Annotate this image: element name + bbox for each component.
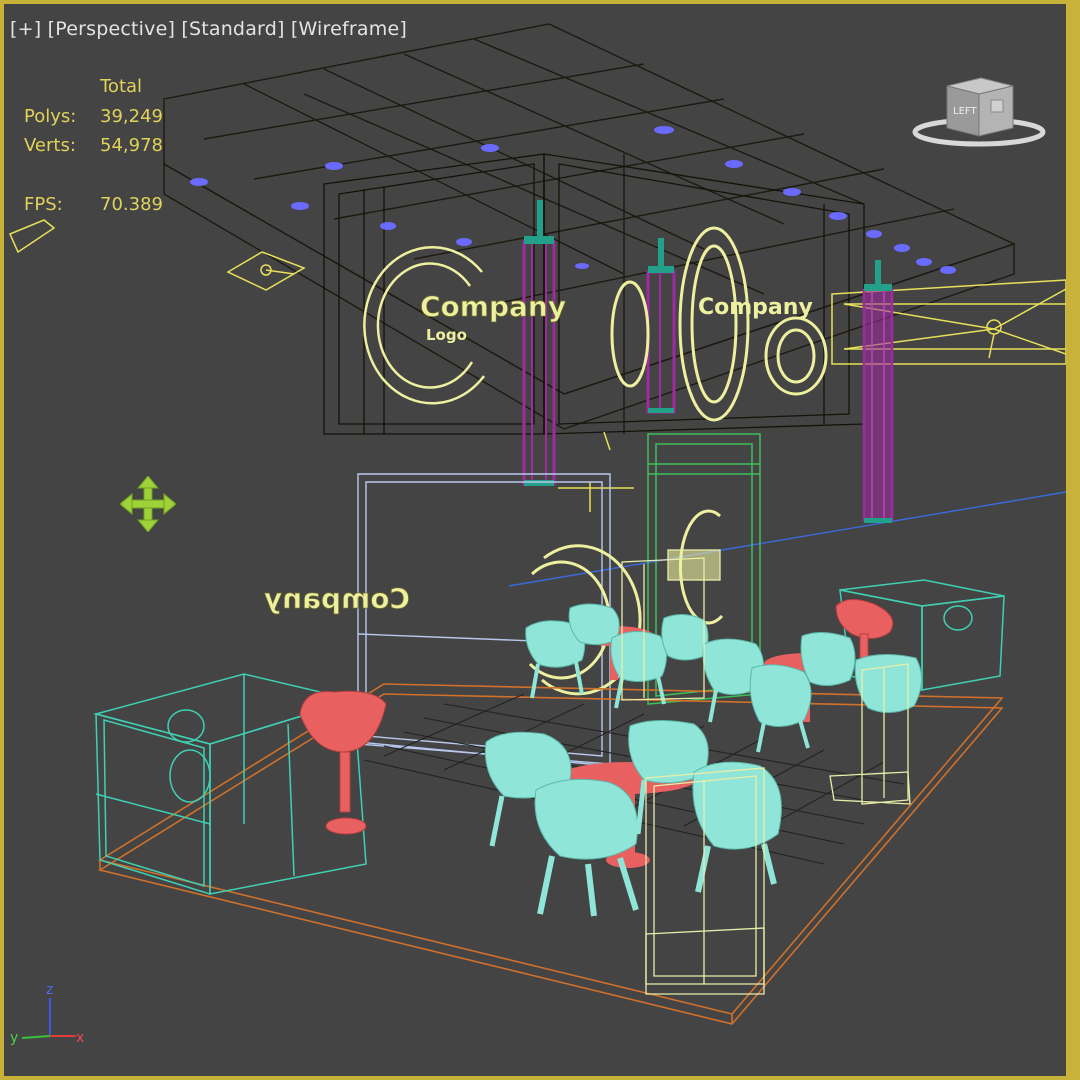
y-axis-label: y xyxy=(10,1030,18,1046)
chair-12 xyxy=(854,654,922,713)
upper-logo-left-logo-text: Logo xyxy=(426,326,467,344)
stats-verts-value: 54,978 xyxy=(100,135,163,156)
chair-10 xyxy=(749,664,812,753)
column-1 xyxy=(522,200,556,486)
scene-wireframe[interactable]: Company Logo Company Company xyxy=(4,4,1066,1076)
viewport-point-of-view-menu[interactable]: [Perspective] xyxy=(48,18,175,40)
stats-verts-label: Verts: xyxy=(24,135,76,156)
chair-11 xyxy=(800,632,856,686)
stats-polys-value: 39,249 xyxy=(100,106,163,127)
chair-2 xyxy=(534,778,639,917)
camera-target-line xyxy=(508,491,1066,587)
move-transform-gizmo[interactable] xyxy=(120,476,176,532)
chair-4 xyxy=(692,761,782,893)
upper-logo-center-company-text: Company xyxy=(698,295,813,320)
viewcube-front-marker xyxy=(990,99,1004,113)
column-3 xyxy=(862,260,894,523)
stats-fps-label: FPS: xyxy=(24,194,63,215)
upper-logo-left: Company Logo xyxy=(363,246,566,405)
viewcube[interactable]: LEFT xyxy=(909,72,1059,162)
stats-polys-label: Polys: xyxy=(24,106,77,127)
y-axis-line xyxy=(21,1035,51,1039)
z-axis-label: z xyxy=(46,982,53,998)
column-2 xyxy=(646,238,676,414)
viewport-shading-wireframe-menu[interactable]: [Wireframe] xyxy=(291,18,407,40)
viewport-shading-standard-menu[interactable]: [Standard] xyxy=(181,18,284,40)
move-arrows-icon xyxy=(120,476,176,532)
billboard-company-text: Company xyxy=(264,582,410,615)
viewport-general-menu[interactable]: [+] xyxy=(10,18,41,40)
stats-fps-value: 70.389 xyxy=(100,194,163,215)
viewport[interactable]: Company Logo Company Company [+] [Perspe… xyxy=(4,4,1066,1076)
viewport-label-menu: [+] [Perspective] [Standard] [Wireframe] xyxy=(10,18,407,40)
stats-total-header: Total xyxy=(100,76,143,97)
viewcube-left-label: LEFT xyxy=(953,106,977,117)
floor-platform xyxy=(97,683,1004,1025)
axis-tripod: z x y xyxy=(10,982,84,1046)
upper-logo-left-company-text: Company xyxy=(420,290,566,323)
upper-logo-center: Company xyxy=(610,226,828,422)
light-objects xyxy=(9,219,1066,512)
x-axis-label: x xyxy=(76,1030,84,1046)
chair-8 xyxy=(661,614,709,661)
